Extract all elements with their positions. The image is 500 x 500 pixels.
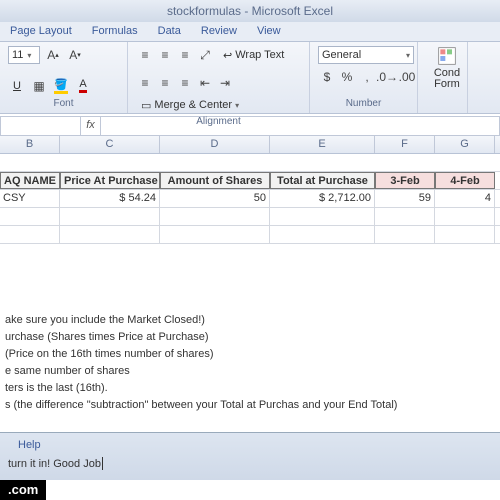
table-cell[interactable] — [160, 208, 270, 225]
table-cell[interactable] — [375, 208, 435, 225]
spreadsheet-grid: BCDEFG AQ NAMEPrice At PurchaseAmount of… — [0, 136, 500, 416]
table-cell[interactable]: CSY — [0, 190, 60, 207]
fill-color-icon[interactable]: 🪣 — [52, 77, 70, 95]
col-header-C[interactable]: C — [60, 136, 160, 153]
align-middle-icon[interactable]: ≡ — [156, 46, 174, 64]
font-size-value: 11 — [12, 49, 23, 61]
instruction-line: e same number of shares — [5, 365, 500, 382]
group-font-label: Font — [8, 98, 119, 109]
table-header[interactable]: Amount of Shares — [160, 172, 270, 189]
cond-format-label: Cond Form — [434, 68, 460, 90]
instructions: ake sure you include the Market Closed!)… — [0, 314, 500, 416]
help-text[interactable]: turn it in! Good Job — [8, 457, 500, 471]
table-cell[interactable] — [435, 226, 495, 243]
number-format-select[interactable]: General ▾ — [318, 46, 414, 64]
help-panel: Help turn it in! Good Job — [0, 432, 500, 480]
dec-decimal-icon[interactable]: .00 — [398, 68, 416, 86]
table-header[interactable]: AQ NAME — [0, 172, 60, 189]
wrap-icon: ↩ — [223, 49, 232, 62]
tab-page-layout[interactable]: Page Layout — [0, 22, 82, 41]
align-right-icon[interactable]: ≡ — [176, 74, 194, 92]
table-cell[interactable]: 59 — [375, 190, 435, 207]
table-cell[interactable] — [435, 208, 495, 225]
indent-dec-icon[interactable]: ⇤ — [196, 74, 214, 92]
comma-icon[interactable]: , — [358, 68, 376, 86]
chevron-down-icon: ▾ — [406, 51, 410, 60]
chevron-down-icon: ▾ — [235, 101, 239, 110]
table-cell[interactable] — [60, 208, 160, 225]
wrap-text-button[interactable]: ↩Wrap Text — [218, 46, 289, 64]
indent-inc-icon[interactable]: ⇥ — [216, 74, 234, 92]
formula-input[interactable] — [101, 117, 499, 135]
tab-formulas[interactable]: Formulas — [82, 22, 148, 41]
table-cell[interactable]: $ 54.24 — [60, 190, 160, 207]
tab-review[interactable]: Review — [191, 22, 247, 41]
table-header[interactable]: 4-Feb — [435, 172, 495, 189]
col-header-E[interactable]: E — [270, 136, 375, 153]
tab-view[interactable]: View — [247, 22, 291, 41]
table-cell[interactable] — [0, 208, 60, 225]
formula-bar: fx — [0, 116, 500, 136]
tab-data[interactable]: Data — [148, 22, 191, 41]
instruction-line: ters is the last (16th). — [5, 382, 500, 399]
align-center-icon[interactable]: ≡ — [156, 74, 174, 92]
table-cell[interactable] — [270, 208, 375, 225]
number-format-value: General — [322, 49, 361, 61]
table-cell[interactable] — [160, 226, 270, 243]
name-box[interactable] — [1, 117, 81, 135]
help-text-value: turn it in! Good Job — [8, 458, 101, 470]
font-color-icon[interactable]: A — [74, 77, 92, 95]
instruction-line: urchase (Shares times Price at Purchase) — [5, 331, 500, 348]
border-icon[interactable]: ▦ — [30, 77, 48, 95]
col-header-D[interactable]: D — [160, 136, 270, 153]
merge-center-button[interactable]: ▭Merge & Center▾ — [136, 96, 244, 114]
table-cell[interactable] — [375, 226, 435, 243]
table-cell[interactable]: 50 — [160, 190, 270, 207]
table-cell[interactable] — [270, 226, 375, 243]
instruction-line: s (the difference "subtraction" between … — [5, 399, 500, 416]
col-header-G[interactable]: G — [435, 136, 495, 153]
ribbon-tabs: Page Layout Formulas Data Review View — [0, 22, 500, 42]
table-header[interactable]: Total at Purchase — [270, 172, 375, 189]
col-header-F[interactable]: F — [375, 136, 435, 153]
align-left-icon[interactable]: ≡ — [136, 74, 154, 92]
chevron-down-icon: ▾ — [27, 51, 31, 60]
align-bottom-icon[interactable]: ≡ — [176, 46, 194, 64]
window-title: stockformulas - Microsoft Excel — [0, 0, 500, 22]
percent-icon[interactable]: % — [338, 68, 356, 86]
shrink-font-icon[interactable]: A▾ — [66, 46, 84, 64]
table-cell[interactable]: 4 — [435, 190, 495, 207]
font-size-select[interactable]: 11 ▾ — [8, 46, 40, 64]
table-cell[interactable] — [0, 226, 60, 243]
inc-decimal-icon[interactable]: .0→ — [378, 68, 396, 86]
help-tab[interactable]: Help — [8, 437, 500, 453]
grow-font-icon[interactable]: A▴ — [44, 46, 62, 64]
merge-label: Merge & Center — [154, 99, 232, 111]
ribbon: 11 ▾ A▴ A▾ U ▦ 🪣 A Font ≡ ≡ ≡ ⤢ ↩Wrap Tex… — [0, 42, 500, 114]
footer-watermark: .com — [0, 480, 46, 500]
col-header-B[interactable]: B — [0, 136, 60, 153]
group-number-label: Number — [318, 98, 409, 109]
table-cell[interactable] — [60, 226, 160, 243]
instruction-line: (Price on the 16th times number of share… — [5, 348, 500, 365]
grid-rows: AQ NAMEPrice At PurchaseAmount of Shares… — [0, 154, 500, 244]
underline-icon[interactable]: U — [8, 77, 26, 95]
orientation-icon[interactable]: ⤢ — [196, 46, 214, 64]
fx-icon[interactable]: fx — [81, 117, 101, 135]
text-cursor — [102, 457, 103, 470]
table-header[interactable]: 3-Feb — [375, 172, 435, 189]
currency-icon[interactable]: $ — [318, 68, 336, 86]
table-header[interactable]: Price At Purchase — [60, 172, 160, 189]
instruction-line: ake sure you include the Market Closed!) — [5, 314, 500, 331]
conditional-formatting-button[interactable]: Cond Form — [426, 46, 468, 90]
merge-icon: ▭ — [141, 99, 151, 112]
column-headers: BCDEFG — [0, 136, 500, 154]
cond-format-icon — [437, 46, 457, 66]
table-cell[interactable]: $ 2,712.00 — [270, 190, 375, 207]
align-top-icon[interactable]: ≡ — [136, 46, 154, 64]
wrap-text-label: Wrap Text — [235, 49, 284, 61]
